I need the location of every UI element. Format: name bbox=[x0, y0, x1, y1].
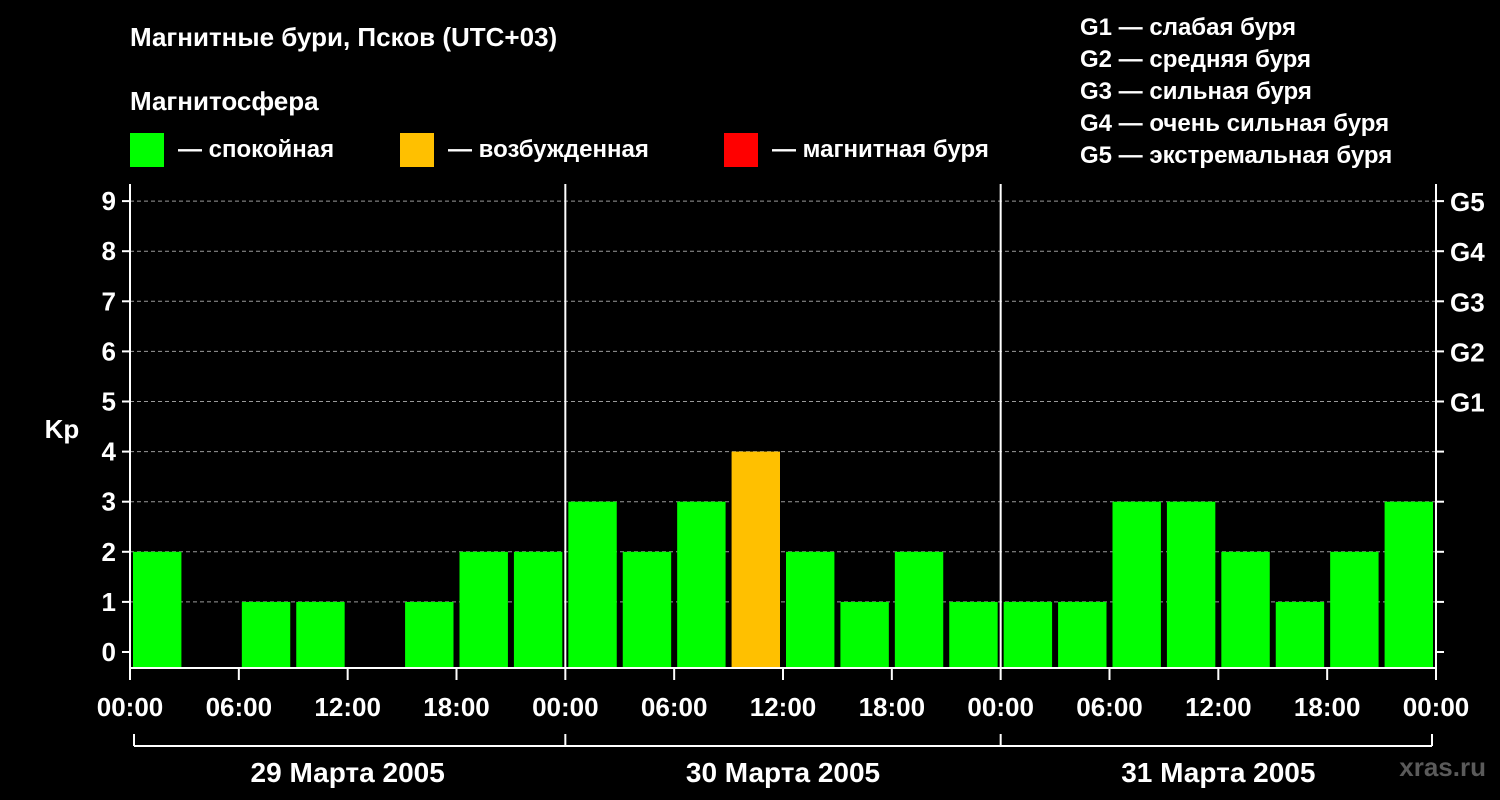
bar-21 bbox=[1275, 601, 1325, 668]
bar-18 bbox=[1112, 501, 1161, 668]
bar-16 bbox=[1003, 601, 1053, 668]
y-tick-label-8: 8 bbox=[102, 236, 116, 266]
bar-14 bbox=[894, 551, 944, 668]
y-tick-label-1: 1 bbox=[102, 587, 116, 617]
bar-2 bbox=[241, 601, 291, 668]
y-tick-label-5: 5 bbox=[102, 387, 116, 417]
g-tick-label-g3: G3 bbox=[1450, 287, 1485, 317]
x-tick-label-6: 12:00 bbox=[750, 692, 817, 722]
bar-11 bbox=[731, 451, 780, 668]
x-tick-label-7: 18:00 bbox=[859, 692, 926, 722]
bar-9 bbox=[622, 551, 672, 668]
day-label-2: 31 Марта 2005 bbox=[1121, 757, 1315, 788]
x-tick-label-10: 12:00 bbox=[1185, 692, 1252, 722]
bar-10 bbox=[677, 501, 726, 668]
x-tick-label-9: 06:00 bbox=[1076, 692, 1143, 722]
x-tick-label-0: 00:00 bbox=[97, 692, 164, 722]
y-tick-label-0: 0 bbox=[102, 637, 116, 667]
x-tick-label-2: 12:00 bbox=[314, 692, 381, 722]
y-tick-label-4: 4 bbox=[102, 437, 117, 467]
y-tick-label-6: 6 bbox=[102, 336, 116, 366]
bar-17 bbox=[1058, 601, 1107, 668]
bar-6 bbox=[459, 551, 508, 668]
g-tick-label-g2: G2 bbox=[1450, 337, 1485, 367]
g-tick-label-g5: G5 bbox=[1450, 187, 1485, 217]
bar-22 bbox=[1330, 551, 1379, 668]
x-tick-label-4: 00:00 bbox=[532, 692, 599, 722]
x-tick-label-3: 18:00 bbox=[423, 692, 490, 722]
g-tick-label-g4: G4 bbox=[1450, 237, 1485, 267]
bar-13 bbox=[840, 601, 889, 668]
bar-15 bbox=[949, 601, 998, 668]
bar-0 bbox=[133, 551, 182, 668]
bar-12 bbox=[786, 551, 835, 668]
y-tick-label-9: 9 bbox=[102, 186, 116, 216]
bar-20 bbox=[1221, 551, 1270, 668]
kp-bar-chart: 0 1 2 3 4 5 6 7 8 9 G1 G2 G3 G4 G5 Kp 00:00 06:00 12:00 18:… bbox=[45, 184, 1485, 788]
x-tick-label-1: 06:00 bbox=[206, 692, 273, 722]
y-tick-label-7: 7 bbox=[102, 286, 116, 316]
bar-3 bbox=[296, 601, 345, 668]
bar-19 bbox=[1166, 501, 1216, 668]
y-tick-label-2: 2 bbox=[102, 537, 116, 567]
day-label-1: 30 Марта 2005 bbox=[686, 757, 880, 788]
x-tick-label-5: 06:00 bbox=[641, 692, 708, 722]
g-tick-label-g1: G1 bbox=[1450, 388, 1485, 418]
bar-8 bbox=[568, 501, 617, 668]
bar-5 bbox=[405, 601, 454, 668]
watermark: xras.ru bbox=[1399, 752, 1486, 782]
x-tick-label-11: 18:00 bbox=[1294, 692, 1361, 722]
bar-23 bbox=[1384, 501, 1433, 668]
y-tick-label-3: 3 bbox=[102, 487, 116, 517]
day-label-0: 29 Марта 2005 bbox=[251, 757, 445, 788]
y-axis-label: Kp bbox=[45, 414, 80, 444]
bar-7 bbox=[513, 551, 563, 668]
x-tick-label-8: 00:00 bbox=[967, 692, 1034, 722]
x-tick-label-12: 00:00 bbox=[1403, 692, 1470, 722]
